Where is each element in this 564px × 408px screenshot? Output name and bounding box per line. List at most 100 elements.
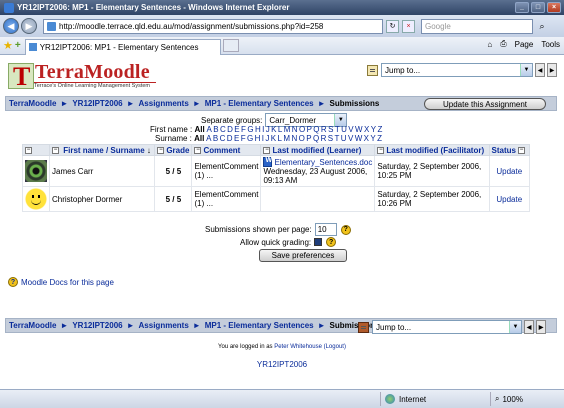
firstname-letter-m[interactable]: M [284,125,291,134]
surname-letter-t[interactable]: T [335,134,340,143]
jump-next-button[interactable]: ▶ [547,63,557,77]
surname-letter-r[interactable]: R [321,134,327,143]
firstname-letter-n[interactable]: N [292,125,298,134]
breadcrumb-home[interactable]: TerraMoodle [9,321,56,330]
firstname-letter-i[interactable]: I [262,125,264,134]
breadcrumb-home[interactable]: TerraMoodle [9,99,56,108]
firstname-letter-h[interactable]: H [255,125,261,134]
collapse-icon[interactable]: − [263,146,271,154]
jump-next-button[interactable]: ▶ [536,320,546,334]
surname-letter-g[interactable]: G [247,134,253,143]
update-assignment-button[interactable]: Update this Assignment [424,98,546,110]
sort-learner-modified[interactable]: Last modified (Learner) [272,146,361,155]
site-logo[interactable]: TerraMoodle Terrace's Online Learning Ma… [8,61,168,93]
collapse-icon[interactable]: − [518,146,525,154]
firstname-letter-j[interactable]: J [266,125,270,134]
jump-prev-button[interactable]: ◀ [524,320,534,334]
collapse-icon[interactable]: − [157,146,165,154]
surname-letter-s[interactable]: S [328,134,333,143]
url-field[interactable]: http://moodle.terrace.qld.edu.au/mod/ass… [43,18,383,34]
favorites-star-icon[interactable]: ★ [3,39,13,52]
sort-comment[interactable]: Comment [203,146,240,155]
firstname-letter-y[interactable]: Y [371,125,376,134]
firstname-letter-r[interactable]: R [321,125,327,134]
firstname-letter-d[interactable]: D [227,125,233,134]
submission-file-link[interactable]: Elementary_Sentences.doc [263,157,372,167]
surname-letter-w[interactable]: W [355,134,363,143]
quick-grading-checkbox[interactable] [314,238,323,246]
help-icon[interactable]: ? [326,237,337,247]
per-page-input[interactable]: 10 [314,223,337,236]
firstname-letter-q[interactable]: Q [313,125,319,134]
browser-tab[interactable]: YR12IPT2006: MP1 - Elementary Sentences [24,38,221,55]
firstname-letter-t[interactable]: T [335,125,340,134]
surname-letter-y[interactable]: Y [370,134,375,143]
search-input[interactable]: Google [421,18,533,34]
sort-first-name[interactable]: First name [63,146,103,155]
stop-icon[interactable]: × [402,19,415,33]
page-menu[interactable]: Page [515,40,534,49]
surname-letter-f[interactable]: F [241,134,246,143]
firstname-letter-p[interactable]: P [307,125,312,134]
sort-facilitator-modified[interactable]: Last modified (Facilitator) [386,146,484,155]
firstname-letter-b[interactable]: B [213,125,218,134]
refresh-icon[interactable]: ↻ [386,19,399,33]
user-profile-link[interactable]: Peter Whitehouse [274,344,322,350]
firstname-letter-z[interactable]: Z [377,125,382,134]
breadcrumb-assignments[interactable]: Assignments [139,99,189,108]
jump-select[interactable]: Jump to... ▼ [381,63,533,77]
save-preferences-button[interactable]: Save preferences [259,249,347,262]
firstname-letter-o[interactable]: O [299,125,305,134]
zoom-control[interactable]: ⌕ 100% [490,392,523,406]
surname-letter-v[interactable]: V [348,134,353,143]
firstname-letter-c[interactable]: C [220,125,226,134]
moodle-docs-link[interactable]: ? Moodle Docs for this page [8,277,114,287]
breadcrumb-assignment[interactable]: MP1 - Elementary Sentences [205,99,314,108]
surname-letter-o[interactable]: O [299,134,305,143]
surname-letter-a[interactable]: A [206,134,211,143]
avatar[interactable] [25,160,47,182]
firstname-letter-k[interactable]: K [271,125,276,134]
firstname-letter-u[interactable]: U [341,125,347,134]
add-favorite-icon[interactable]: + [15,40,21,51]
collapse-icon[interactable]: − [377,146,385,154]
surname-letter-n[interactable]: N [291,134,297,143]
surname-letter-h[interactable]: H [255,134,261,143]
firstname-letter-g[interactable]: G [247,125,253,134]
surname-letter-q[interactable]: Q [313,134,319,143]
firstname-letter-s[interactable]: S [328,125,333,134]
breadcrumb-assignments[interactable]: Assignments [139,321,189,330]
firstname-letter-e[interactable]: E [234,125,239,134]
jump-prev-button[interactable]: ◀ [535,63,545,77]
firstname-letter-f[interactable]: F [241,125,246,134]
avatar[interactable] [25,188,47,210]
surname-letter-m[interactable]: M [283,134,290,143]
surname-letter-l[interactable]: L [278,134,282,143]
back-button[interactable]: ◀ [3,18,19,34]
collapse-icon[interactable]: − [194,146,202,154]
sort-status[interactable]: Status [492,146,516,155]
sort-grade[interactable]: Grade [166,146,189,155]
close-window-button[interactable]: × [547,2,561,13]
minimize-button[interactable]: _ [515,2,529,13]
surname-letter-b[interactable]: B [213,134,218,143]
surname-letter-x[interactable]: X [364,134,369,143]
surname-letter-u[interactable]: U [341,134,347,143]
firstname-letter-w[interactable]: W [355,125,363,134]
collapse-icon[interactable]: − [25,146,32,154]
course-home-link[interactable]: YR12IPT2006 [0,360,564,369]
surname-letter-e[interactable]: E [234,134,239,143]
firstname-letter-a[interactable]: A [206,125,211,134]
logout-link[interactable]: (Logout) [324,344,346,350]
surname-letter-k[interactable]: K [271,134,276,143]
surname-letter-z[interactable]: Z [377,134,382,143]
tools-menu[interactable]: Tools [541,40,560,49]
sort-surname[interactable]: Surname [110,146,144,155]
new-tab-button[interactable] [222,39,239,52]
firstname-letter-v[interactable]: V [348,125,353,134]
firstname-letter-l[interactable]: L [278,125,282,134]
surname-letter-p[interactable]: P [306,134,311,143]
breadcrumb-course[interactable]: YR12IPT2006 [72,321,122,330]
update-link[interactable]: Update [488,186,531,212]
jump-select[interactable]: Jump to... ▼ [372,320,522,334]
